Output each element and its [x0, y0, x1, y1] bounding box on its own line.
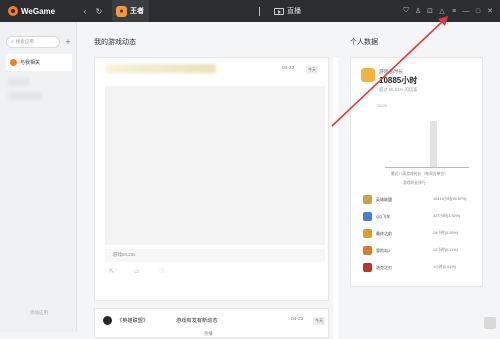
- annotation-arrow: [331, 16, 448, 127]
